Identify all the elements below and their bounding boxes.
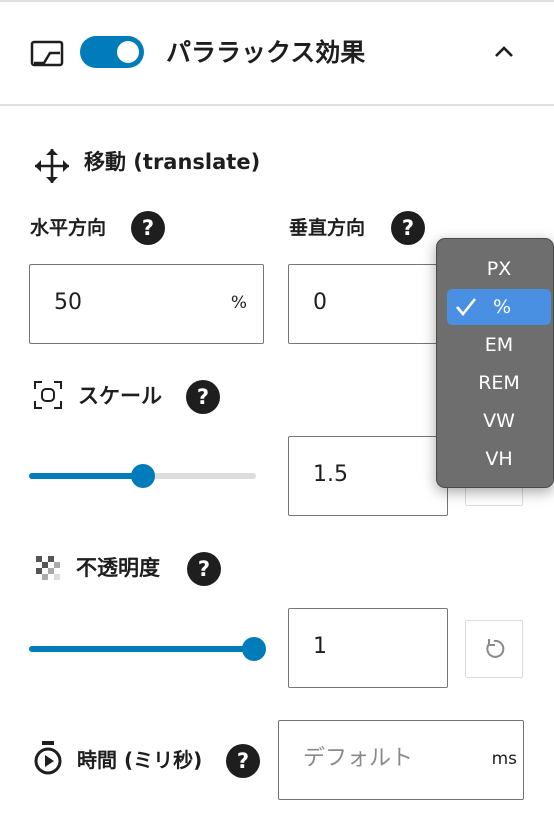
scale-icon xyxy=(34,381,62,409)
scale-slider-thumb[interactable] xyxy=(130,464,155,488)
scale-input[interactable]: 1.5 xyxy=(288,436,448,516)
horizontal-label: 水平方向 xyxy=(30,217,107,239)
chevron-up-icon[interactable] xyxy=(490,38,518,66)
top-divider xyxy=(0,0,554,2)
scale-label: スケール xyxy=(78,384,162,408)
panel-icon xyxy=(30,40,64,67)
unit-option-label: PX xyxy=(486,258,512,280)
parallax-toggle[interactable] xyxy=(80,36,144,68)
vertical-value: 0 xyxy=(313,290,327,315)
opacity-reset-button[interactable] xyxy=(465,620,523,678)
unit-option-label: % xyxy=(493,296,512,318)
scale-value: 1.5 xyxy=(313,462,348,487)
translate-title: 移動 (translate) xyxy=(84,150,261,174)
vertical-input[interactable]: 0 xyxy=(288,264,448,344)
opacity-slider-fill xyxy=(29,646,256,652)
move-icon xyxy=(35,149,69,183)
checkmark-icon xyxy=(456,298,477,317)
unit-option-label: EM xyxy=(484,334,514,356)
stopwatch-icon xyxy=(34,741,62,775)
duration-help-button[interactable]: ? xyxy=(226,744,260,778)
opacity-help-button[interactable]: ? xyxy=(187,552,221,586)
header-divider xyxy=(0,104,554,106)
scale-help-button[interactable]: ? xyxy=(186,380,220,414)
unit-option-label: REM xyxy=(478,372,520,394)
reset-icon xyxy=(486,639,505,658)
opacity-label: 不透明度 xyxy=(76,556,160,580)
unit-option-vw[interactable]: VW xyxy=(447,403,551,439)
opacity-icon xyxy=(36,556,60,580)
duration-unit: ms xyxy=(491,749,517,769)
duration-input[interactable]: デフォルト ms xyxy=(278,720,524,800)
opacity-input[interactable]: 1 xyxy=(288,608,448,688)
unit-option-px[interactable]: PX xyxy=(447,251,551,287)
horizontal-input[interactable]: 50 % xyxy=(29,264,264,344)
horizontal-unit[interactable]: % xyxy=(231,265,247,341)
unit-option-em[interactable]: EM xyxy=(447,327,551,363)
opacity-value: 1 xyxy=(313,634,327,659)
unit-option-vh[interactable]: VH xyxy=(447,441,551,477)
scale-slider-fill xyxy=(29,473,143,479)
horizontal-help-button[interactable]: ? xyxy=(131,211,165,245)
unit-option-label: VH xyxy=(485,448,513,470)
unit-dropdown-menu[interactable]: PX% EM REM VW VH xyxy=(436,238,554,488)
duration-placeholder: デフォルト xyxy=(303,746,414,771)
panel-title: パララックス効果 xyxy=(166,38,366,67)
vertical-label: 垂直方向 xyxy=(289,217,366,239)
duration-label: 時間 (ミリ秒) xyxy=(77,748,203,772)
toggle-knob xyxy=(117,41,139,63)
vertical-help-button[interactable]: ? xyxy=(391,211,425,245)
opacity-slider-track[interactable] xyxy=(29,646,256,652)
unit-option-rem[interactable]: REM xyxy=(447,365,551,401)
unit-option-percent[interactable]: % xyxy=(447,289,551,325)
opacity-slider-thumb[interactable] xyxy=(242,637,266,661)
horizontal-value: 50 xyxy=(54,290,82,315)
unit-option-label: VW xyxy=(483,410,515,432)
